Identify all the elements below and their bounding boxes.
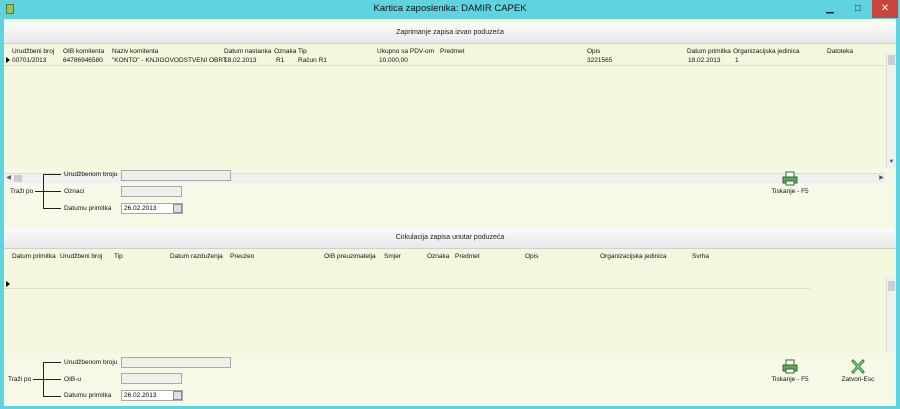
col-header-urudzbeni-broj[interactable]: Urudžbeni broj	[12, 48, 54, 55]
col-header-datum-nastanka[interactable]: Datum nastanka	[224, 48, 271, 55]
row-separator	[4, 65, 884, 66]
col-header-opis[interactable]: Opis	[525, 253, 538, 260]
col-header-tip[interactable]: Tip	[298, 48, 307, 55]
close-x-icon	[851, 359, 865, 374]
print-button-label: Tiskanje - F5	[771, 188, 809, 195]
external-grid-vertical-scrollbar[interactable]: ▼	[886, 53, 896, 168]
window-title: Kartica zaposlenika: DAMIR CAPEK	[373, 3, 527, 14]
current-row-indicator	[6, 281, 10, 287]
client-area: Zaprimanje zapisa izvan poduzeća Urudžbe…	[4, 19, 896, 406]
col-header-ukupno[interactable]: Ukupno sa PDV-om	[377, 48, 434, 55]
printer-icon	[782, 359, 798, 374]
section-external-header: Zaprimanje zapisa izvan poduzeća	[4, 23, 896, 44]
col-header-oib-komitenta[interactable]: OIB komitenta	[63, 48, 104, 55]
vertical-scroll-thumb[interactable]	[888, 55, 895, 65]
search-option-oznaka[interactable]: Oznaci	[64, 188, 84, 195]
col-header-tip[interactable]: Tip	[114, 253, 123, 260]
oib-input[interactable]	[121, 373, 182, 384]
search-bracket	[43, 379, 61, 380]
external-records-grid[interactable]: Urudžbeni broj OIB komitenta Naziv komit…	[4, 44, 896, 183]
cell-oib-komitenta[interactable]: 64786946580	[63, 57, 103, 64]
search-bracket	[43, 191, 61, 192]
col-header-oznaka[interactable]: Oznaka	[427, 253, 449, 260]
main-window: Kartica zaposlenika: DAMIR CAPEK ▁ □ ✕ Z…	[0, 0, 900, 409]
scroll-down-arrow-icon[interactable]: ▼	[887, 158, 896, 167]
print-button-label: Tiskanje - F5	[771, 376, 809, 383]
col-header-organizacijska-jedinica[interactable]: Organizacijska jedinica	[600, 253, 666, 260]
search-option-oib[interactable]: OIB-u	[64, 376, 81, 383]
search-bracket	[43, 174, 61, 175]
section-internal-header: Cirkulacija zapisa unutar poduzeća	[4, 228, 896, 249]
close-window-button[interactable]: ✕	[872, 0, 898, 18]
urudzbeni-broj-input[interactable]	[121, 357, 231, 368]
search-option-datum-primitka[interactable]: Datumu primitka	[64, 392, 111, 399]
search-bracket	[33, 379, 43, 380]
cell-urudzbeni-broj[interactable]: 00701/2013	[12, 57, 46, 64]
row-separator	[4, 288, 810, 289]
col-header-organizacijska-jedinica[interactable]: Organizacijska jedinica	[733, 48, 799, 55]
col-header-oib-preuzimatelja[interactable]: OIB preuzimatelja	[324, 253, 376, 260]
col-header-preuzeo[interactable]: Preuzeo	[230, 253, 254, 260]
col-header-oznaka[interactable]: Oznaka	[274, 48, 296, 55]
col-header-opis[interactable]: Opis	[587, 48, 600, 55]
close-form-label: Zatvori-Esc	[841, 376, 875, 383]
col-header-urudzbeni-broj[interactable]: Urudžbeni broj	[60, 253, 102, 260]
search-option-urudzbeni-broj[interactable]: Urudžbenom broju	[64, 359, 117, 366]
cell-opis[interactable]: 3221565	[587, 57, 612, 64]
scroll-left-arrow-icon[interactable]: ◀	[4, 174, 13, 183]
maximize-button[interactable]: □	[845, 0, 871, 18]
scroll-right-arrow-icon[interactable]: ▶	[877, 174, 886, 183]
cell-datum-nastanka[interactable]: 18.02.2013	[224, 57, 257, 64]
col-header-naziv-komitenta[interactable]: Naziv komitenta	[112, 48, 158, 55]
internal-circulation-grid[interactable]: Datum primitka Urudžbeni broj Tip Datum …	[4, 249, 896, 353]
vertical-scroll-thumb[interactable]	[888, 281, 895, 291]
search-bracket	[43, 208, 61, 209]
cell-tip[interactable]: Račun R1	[298, 57, 327, 64]
col-header-datoteka[interactable]: Datoteka	[827, 48, 853, 55]
col-header-smjer[interactable]: Smjer	[384, 253, 401, 260]
calendar-icon[interactable]	[173, 391, 182, 400]
print-button-external[interactable]: Tiskanje - F5	[763, 171, 817, 195]
urudzbeni-broj-input[interactable]	[121, 170, 231, 181]
search-by-label: Traži po	[8, 376, 32, 383]
search-by-label: Traži po	[10, 188, 34, 195]
horizontal-scroll-thumb[interactable]	[14, 175, 22, 182]
col-header-datum-primitka[interactable]: Datum primitka	[687, 48, 731, 55]
printer-icon	[782, 171, 798, 186]
print-button-internal[interactable]: Tiskanje - F5	[763, 359, 817, 383]
internal-grid-vertical-scrollbar[interactable]	[886, 277, 896, 353]
calendar-icon[interactable]	[173, 204, 182, 213]
col-header-datum-razduzenja[interactable]: Datum razduženja	[170, 253, 223, 260]
search-bracket	[35, 191, 43, 192]
search-option-datum-primitka[interactable]: Datumu primitka	[64, 205, 111, 212]
search-option-urudzbeni-broj[interactable]: Urudžbenom broju	[64, 171, 117, 178]
oznaka-input[interactable]	[121, 186, 182, 197]
col-header-svrha[interactable]: Svrha	[692, 253, 709, 260]
minimize-button[interactable]: ▁	[817, 0, 843, 18]
cell-organizacijska-jedinica[interactable]: 1	[735, 57, 739, 64]
search-bracket	[43, 396, 61, 397]
cell-naziv-komitenta[interactable]: "KONTO" - KNJIGOVODSTVENI OBRT	[112, 57, 227, 64]
col-header-datum-primitka[interactable]: Datum primitka	[12, 253, 56, 260]
cell-ukupno[interactable]: 10.000,00	[379, 57, 408, 64]
search-bracket	[43, 362, 61, 363]
cell-oznaka[interactable]: R1	[276, 57, 284, 64]
cell-datum-primitka[interactable]: 18.02.2013	[688, 57, 721, 64]
close-form-button[interactable]: Zatvori-Esc	[834, 359, 882, 383]
col-header-predmet[interactable]: Predmet	[455, 253, 480, 260]
current-row-indicator	[6, 57, 10, 63]
col-header-predmet[interactable]: Predmet	[440, 48, 465, 55]
title-bar[interactable]: Kartica zaposlenika: DAMIR CAPEK ▁ □ ✕	[0, 0, 900, 19]
